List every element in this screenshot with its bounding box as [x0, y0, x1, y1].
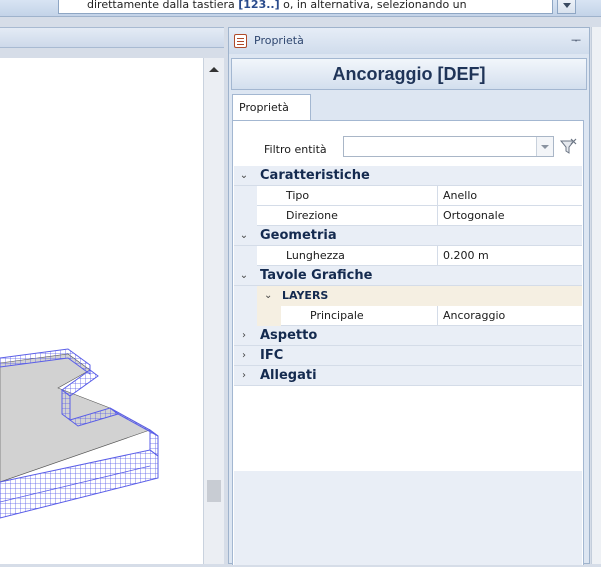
properties-icon: [234, 34, 247, 48]
chevron-down-icon[interactable]: ⌄: [238, 166, 250, 186]
pin-icon[interactable]: ᅮ: [571, 32, 581, 48]
category-tavole-grafiche[interactable]: ⌄ Tavole Grafiche: [234, 266, 582, 286]
3d-viewport[interactable]: [0, 58, 203, 564]
chevron-down-icon[interactable]: ⌄: [238, 266, 250, 286]
property-value[interactable]: 0.200 m: [439, 246, 582, 266]
rebar-cage-drawing: [0, 348, 159, 519]
chevron-right-icon[interactable]: ›: [238, 326, 250, 346]
entity-filter-combobox[interactable]: [343, 136, 554, 157]
panel-title: Proprietà: [254, 34, 304, 47]
clear-filter-icon[interactable]: [559, 138, 577, 156]
chevron-right-icon[interactable]: ›: [238, 346, 250, 366]
category-allegati[interactable]: › Allegati: [234, 366, 582, 386]
chevron-down-icon[interactable]: [536, 137, 553, 156]
right-dock-strip: [591, 27, 601, 564]
command-history-dropdown-button[interactable]: [557, 0, 576, 14]
filter-label: Filtro entità: [264, 143, 327, 156]
category-geometria[interactable]: ⌄ Geometria: [234, 226, 582, 246]
scroll-up-arrow-icon[interactable]: [209, 67, 219, 72]
property-row-lunghezza[interactable]: Lunghezza 0.200 m: [234, 246, 582, 266]
properties-panel: Proprietà ᅮ Ancoraggio [DEF] Proprietà F…: [228, 27, 590, 565]
subcategory-layers[interactable]: ⌄ LAYERS: [234, 286, 582, 306]
viewport-header: [0, 27, 224, 48]
tab-properties[interactable]: Proprietà: [232, 94, 311, 121]
command-prompt-text: direttamente dalla tastiera [123..] o, i…: [58, 0, 553, 14]
command-bar: direttamente dalla tastiera [123..] o, i…: [0, 0, 601, 17]
chevron-down-icon[interactable]: ⌄: [264, 286, 272, 306]
property-value[interactable]: Anello: [439, 186, 582, 206]
selected-object-header: Ancoraggio [DEF]: [231, 58, 587, 90]
chevron-down-icon[interactable]: ⌄: [238, 226, 250, 246]
property-name: Lunghezza: [257, 246, 438, 266]
property-name: Direzione: [257, 206, 438, 226]
category-caratteristiche[interactable]: ⌄ Caratteristiche: [234, 166, 582, 186]
property-value[interactable]: Ortogonale: [439, 206, 582, 226]
property-row-principale[interactable]: Principale Ancoraggio: [234, 306, 582, 326]
category-ifc[interactable]: › IFC: [234, 346, 582, 366]
panel-titlebar: Proprietà ᅮ: [229, 28, 589, 54]
property-grid-empty-area: [234, 471, 582, 565]
viewport-vertical-scrollbar[interactable]: [203, 58, 224, 564]
property-grid: ⌄ Caratteristiche Tipo Anello Direzione …: [234, 166, 582, 386]
property-row-direzione[interactable]: Direzione Ortogonale: [234, 206, 582, 226]
property-value[interactable]: Ancoraggio: [439, 306, 582, 326]
category-aspetto[interactable]: › Aspetto: [234, 326, 582, 346]
chevron-right-icon[interactable]: ›: [238, 366, 250, 386]
property-name: Principale: [281, 306, 438, 326]
property-name: Tipo: [257, 186, 438, 206]
property-row-tipo[interactable]: Tipo Anello: [234, 186, 582, 206]
scroll-thumb[interactable]: [207, 480, 221, 502]
